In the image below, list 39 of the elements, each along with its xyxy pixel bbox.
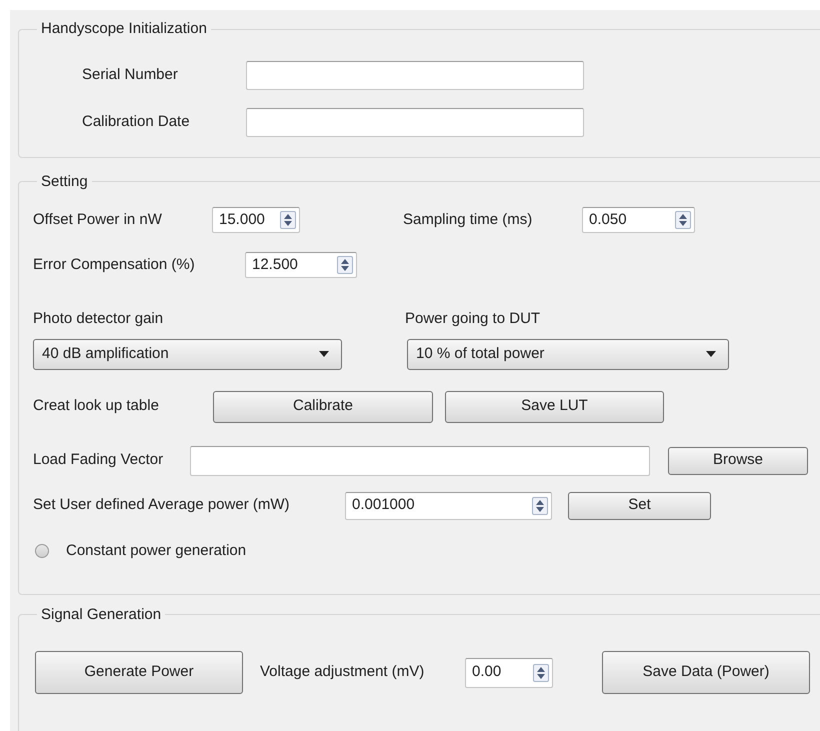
field-label: Sampling time (ms) (403, 210, 534, 230)
spinner-icon[interactable] (533, 664, 549, 682)
field-label: Voltage adjustment (mV) (260, 662, 426, 682)
field-label: Power going to DUT (405, 309, 540, 329)
sampling-time-spinbox[interactable]: 0.050 (582, 207, 695, 233)
field-label: Error Compensation (%) (33, 254, 196, 275)
field-label: Load Fading Vector (33, 450, 164, 470)
calibrate-button[interactable]: Calibrate (213, 390, 433, 422)
serial-number-field[interactable] (246, 60, 584, 90)
fading-vector-field[interactable] (190, 446, 650, 476)
caret-icon (706, 351, 716, 357)
voltage-spinbox[interactable]: 0.00 (465, 658, 553, 688)
field-label: Photo detector gain (33, 309, 164, 329)
error-compensation-spinbox[interactable]: 12.500 (245, 252, 357, 278)
generate-button[interactable]: Generate Power (35, 651, 243, 694)
dropdown[interactable]: 10 % of total power (407, 338, 729, 370)
field-label: Creat look up table (33, 396, 160, 416)
group-title: Signal Generation (40, 604, 162, 624)
field-label: Serial Number (81, 64, 179, 85)
save-button[interactable]: Save LUT (445, 390, 664, 422)
browse-button[interactable]: Browse (668, 446, 808, 474)
radio-label: Constant power generation (66, 540, 246, 560)
field-label: Offset Power in nW (33, 210, 163, 230)
spinner-icon[interactable] (337, 256, 353, 274)
group-title: Setting (40, 172, 89, 192)
average-power-spinbox[interactable]: 0.001000 (345, 492, 552, 520)
offset-power-spinbox[interactable]: 15.000 (212, 207, 300, 233)
spinner-icon[interactable] (532, 496, 548, 514)
field-label: Calibration Date (81, 112, 191, 132)
field-label: Set User defined Average power (mW) (33, 495, 291, 516)
calibration-date-field[interactable] (246, 108, 584, 136)
radio-button[interactable] (35, 544, 49, 558)
spinner-icon[interactable] (280, 211, 296, 229)
save-button[interactable]: Save Data (Power) (602, 651, 810, 694)
set-button[interactable]: Set (568, 492, 711, 520)
spinner-icon[interactable] (675, 211, 691, 229)
dropdown[interactable]: 40 dB amplification (33, 338, 342, 370)
group-title: Handyscope Initialization (40, 19, 208, 39)
caret-icon (319, 351, 329, 357)
